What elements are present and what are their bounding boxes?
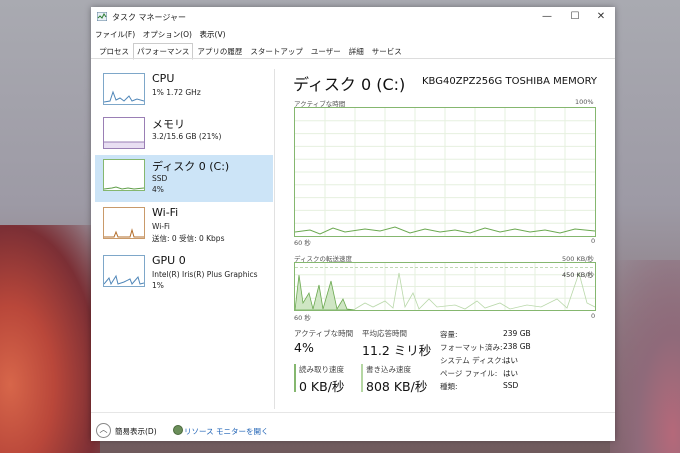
sidebar-item-memory[interactable]: メモリ 3.2/15.6 GB (21%): [95, 113, 273, 160]
gpu-thumbnail-graph: [103, 255, 145, 287]
disk-thumbnail-graph: [103, 159, 145, 191]
title-bar[interactable]: タスク マネージャー — ☐ ✕: [91, 7, 615, 27]
wifi-thumbnail-graph: [103, 207, 145, 239]
active-time-graph-max: 100%: [575, 98, 594, 106]
sidebar-item-label: メモリ: [152, 118, 185, 131]
active-time-graph: [294, 107, 596, 237]
sidebar-item-usage: 4%: [152, 185, 164, 194]
sidebar-item-label: CPU: [152, 72, 175, 85]
transfer-rate-marker: 450 KB/秒: [562, 271, 594, 279]
window-title: タスク マネージャー: [112, 13, 186, 22]
system-disk-label: システム ディスク:: [440, 356, 505, 365]
sidebar-divider: [274, 69, 275, 409]
page-title: ディスク 0 (C:): [293, 75, 406, 94]
sidebar-item-detail: 3.2/15.6 GB (21%): [152, 132, 222, 141]
sidebar-item-cpu[interactable]: CPU 1% 1.72 GHz: [95, 69, 273, 116]
task-manager-app-icon: [97, 12, 107, 21]
menu-file[interactable]: ファイル(F): [95, 30, 135, 39]
minimize-button[interactable]: —: [533, 9, 561, 25]
resource-monitor-icon: [173, 425, 183, 435]
sidebar-item-label: ディスク 0 (C:): [152, 160, 230, 173]
write-speed-indicator: [361, 364, 363, 392]
sidebar-item-usage: 1%: [152, 281, 164, 290]
type-label: 種類:: [440, 382, 458, 391]
sidebar-item-detail: SSD: [152, 174, 168, 183]
capacity-value: 239 GB: [503, 329, 531, 338]
active-time-graph-end: 0: [591, 237, 596, 245]
maximize-button[interactable]: ☐: [561, 9, 589, 25]
wallpaper-rock: [0, 225, 100, 453]
type-value: SSD: [503, 381, 519, 390]
menu-bar: ファイル(F) オプション(O) 表示(V): [95, 29, 231, 41]
disk-model: KBG40ZPZ256G TOSHIBA MEMORY: [422, 76, 597, 87]
write-speed-value: 808 KB/秒: [366, 379, 428, 394]
page-file-label: ページ ファイル:: [440, 369, 498, 378]
sidebar-item-label: GPU 0: [152, 254, 186, 267]
formatted-label: フォーマット済み:: [440, 343, 503, 352]
sidebar-item-throughput: 送信: 0 受信: 0 Kbps: [152, 234, 225, 243]
capacity-label: 容量:: [440, 330, 458, 339]
transfer-rate-graph-end: 0: [591, 312, 596, 320]
menu-view[interactable]: 表示(V): [200, 30, 226, 39]
menu-options[interactable]: オプション(O): [143, 30, 192, 39]
transfer-rate-graph-timespan: 60 秒: [294, 314, 311, 322]
read-speed-label: 読み取り速度: [299, 365, 344, 374]
footer-bar: ︿ 簡易表示(D) リソース モニターを開く: [91, 412, 615, 441]
active-time-graph-timespan: 60 秒: [294, 239, 311, 247]
sidebar-item-label: Wi-Fi: [152, 206, 179, 219]
formatted-value: 238 GB: [503, 342, 531, 351]
transfer-rate-graph: [294, 262, 596, 311]
sidebar-item-wifi[interactable]: Wi-Fi Wi-Fi 送信: 0 受信: 0 Kbps: [95, 203, 273, 250]
response-time-label: 平均応答時間: [362, 329, 407, 338]
fewer-details-button[interactable]: 簡易表示(D): [115, 426, 157, 437]
response-time-value: 11.2 ミリ秒: [362, 343, 432, 358]
task-manager-window: タスク マネージャー — ☐ ✕ ファイル(F) オプション(O) 表示(V) …: [91, 7, 615, 441]
open-resource-monitor-link[interactable]: リソース モニターを開く: [184, 426, 269, 437]
active-time-value: 4%: [294, 340, 314, 355]
read-speed-value: 0 KB/秒: [299, 379, 345, 394]
page-file-value: はい: [503, 369, 518, 378]
tab-bar: プロセス パフォーマンス アプリの履歴 スタートアップ ユーザー 詳細 サービス: [95, 43, 406, 60]
sidebar-item-detail: 1% 1.72 GHz: [152, 88, 201, 97]
sidebar-item-gpu-0[interactable]: GPU 0 Intel(R) Iris(R) Plus Graphics 1%: [95, 251, 273, 298]
tab-divider: [91, 58, 615, 59]
performance-sidebar: CPU 1% 1.72 GHz メモリ 3.2/15.6 GB (21%) ディ…: [95, 69, 273, 409]
sidebar-item-disk-0[interactable]: ディスク 0 (C:) SSD 4%: [95, 155, 273, 202]
fewer-details-chevron-up-icon[interactable]: ︿: [96, 423, 111, 438]
sidebar-item-detail: Intel(R) Iris(R) Plus Graphics: [152, 270, 258, 279]
wallpaper-rock-right: [610, 260, 680, 453]
active-time-label: アクティブな時間: [294, 329, 354, 338]
read-speed-indicator: [294, 364, 296, 392]
system-disk-value: はい: [503, 356, 518, 365]
write-speed-label: 書き込み速度: [366, 365, 411, 374]
memory-thumbnail-graph: [103, 117, 145, 149]
close-button[interactable]: ✕: [587, 9, 615, 25]
sidebar-item-detail: Wi-Fi: [152, 222, 170, 231]
cpu-thumbnail-graph: [103, 73, 145, 105]
